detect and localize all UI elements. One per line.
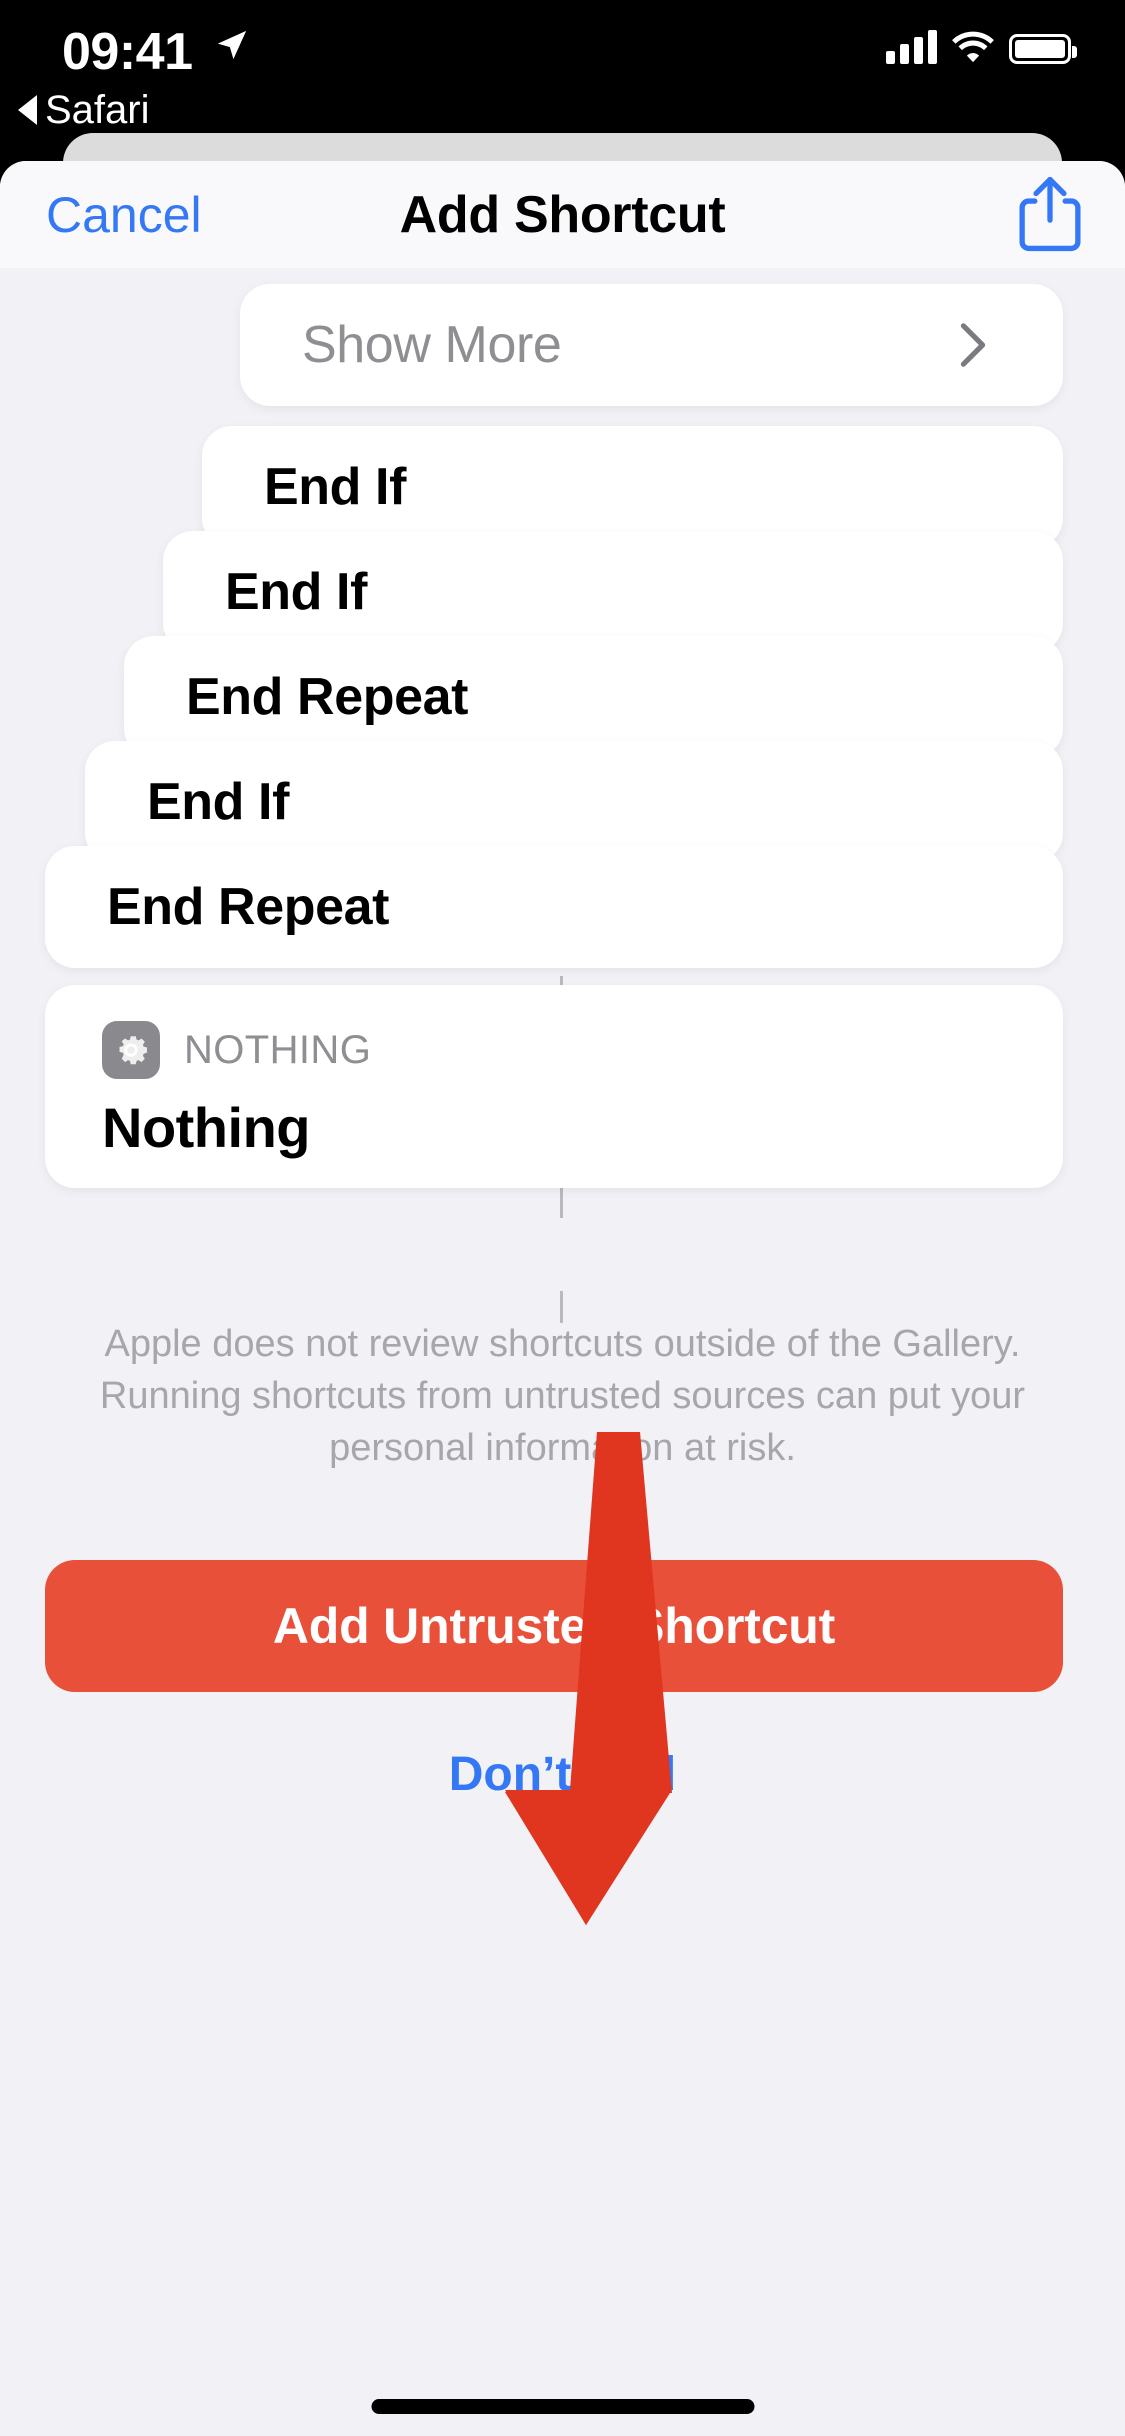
chevron-right-icon	[960, 323, 986, 367]
location-arrow-icon	[217, 30, 247, 60]
action-card-end-if[interactable]: End If	[85, 741, 1063, 863]
trust-disclaimer-text: Apple does not review shortcuts outside …	[99, 1323, 1026, 1469]
action-label: End Repeat	[107, 878, 390, 936]
action-card-end-if[interactable]: End If	[202, 426, 1063, 548]
action-card-nothing[interactable]: NOTHING Nothing	[45, 985, 1063, 1188]
back-to-safari-link[interactable]: Safari	[18, 88, 150, 133]
nothing-card-kicker: NOTHING	[184, 1027, 372, 1072]
dont-add-button[interactable]: Don’t Add	[0, 1747, 1125, 1802]
action-connector	[560, 1186, 563, 1218]
action-label: End If	[147, 773, 290, 831]
page-title: Add Shortcut	[399, 185, 726, 244]
action-card-end-repeat[interactable]: End Repeat	[124, 636, 1063, 758]
navigation-bar: Cancel Add Shortcut	[0, 161, 1125, 268]
add-untrusted-shortcut-button[interactable]: Add Untrusted Shortcut	[45, 1560, 1063, 1692]
action-card-show-more[interactable]: Show More	[240, 284, 1063, 406]
share-icon[interactable]	[1019, 176, 1081, 253]
cellular-bars-icon	[886, 30, 937, 64]
wifi-icon	[952, 31, 994, 63]
back-triangle-icon	[18, 94, 37, 125]
battery-full-icon	[1009, 34, 1077, 64]
action-label: End If	[264, 458, 407, 516]
action-card-end-repeat[interactable]: End Repeat	[45, 846, 1063, 968]
action-label: End Repeat	[186, 668, 469, 726]
status-indicators	[886, 30, 1077, 64]
iphone-screen: 09:41 Safari Cancel Add Shortcut Show Mo…	[0, 0, 1125, 2436]
action-label: Show More	[302, 316, 562, 374]
nothing-card-header: NOTHING	[102, 1021, 371, 1079]
nothing-card-title: Nothing	[102, 1096, 310, 1159]
add-shortcut-sheet: Cancel Add Shortcut Show More End If End…	[0, 161, 1125, 2436]
action-card-end-if[interactable]: End If	[163, 531, 1063, 653]
back-to-safari-label: Safari	[45, 88, 150, 132]
home-indicator	[371, 2399, 754, 2414]
status-bar: 09:41 Safari	[0, 0, 1125, 132]
status-time: 09:41	[62, 23, 193, 81]
gear-icon	[102, 1021, 160, 1079]
action-label: End If	[225, 563, 368, 621]
shortcut-actions-list: Show More End If End If End Repeat End I…	[0, 268, 1125, 2436]
